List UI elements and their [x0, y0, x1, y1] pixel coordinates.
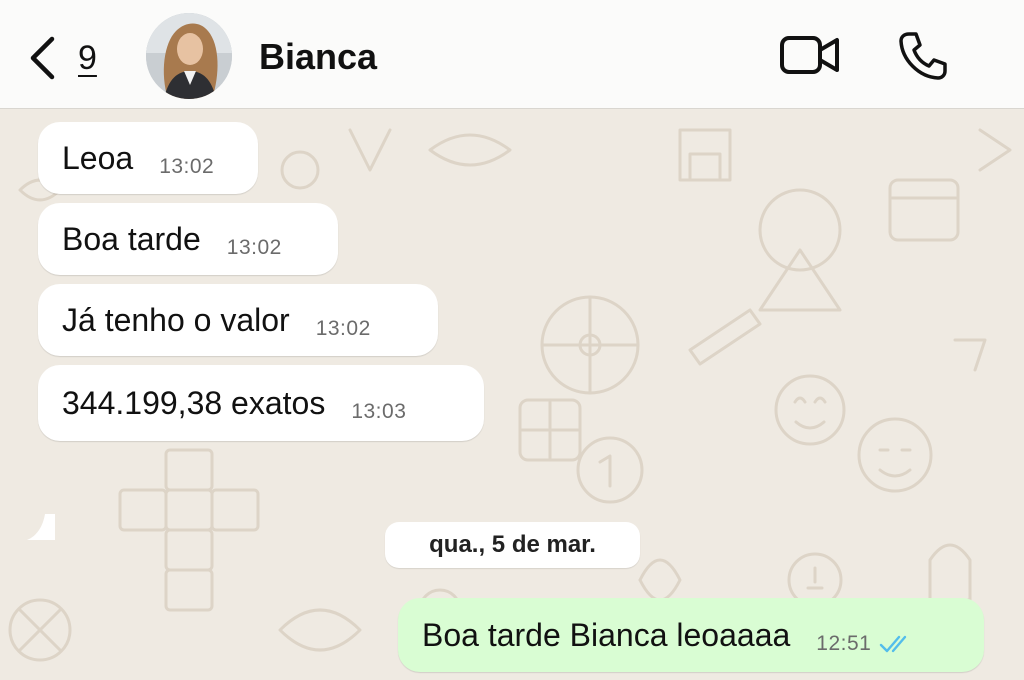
message-time: 13:02 — [226, 236, 282, 259]
chevron-left-icon — [30, 36, 55, 80]
message-text: Leoa — [62, 139, 134, 176]
message-bubble-incoming[interactable]: Leoa 13:02 — [38, 122, 258, 194]
message-bubble-incoming[interactable]: Já tenho o valor 13:02 — [38, 284, 438, 356]
video-call-button[interactable] — [779, 33, 841, 77]
avatar[interactable] — [146, 13, 232, 99]
message-bubble-outgoing[interactable]: Boa tarde Bianca leoaaaa 12:51 — [398, 598, 984, 672]
message-time: 12:51 — [816, 632, 872, 655]
unread-count: 9 — [78, 38, 97, 77]
message-bubble-incoming[interactable]: 344.199,38 exatos 13:03 — [38, 365, 484, 441]
message-text: Já tenho o valor — [62, 301, 290, 338]
video-camera-icon — [780, 36, 839, 74]
message-text: Boa tarde — [62, 220, 201, 257]
date-separator: qua., 5 de mar. — [385, 522, 640, 568]
message-time: 13:02 — [315, 317, 371, 340]
message-text: 344.199,38 exatos — [62, 384, 326, 421]
message-time: 13:02 — [159, 155, 215, 178]
double-check-icon — [880, 635, 907, 653]
chat-area[interactable]: Leoa 13:02 Boa tarde 13:02 Já tenho o va… — [0, 110, 1024, 680]
back-button[interactable]: 9 — [28, 30, 97, 86]
message-bubble-incoming[interactable]: Boa tarde 13:02 — [38, 203, 338, 275]
contact-name[interactable]: Bianca — [259, 36, 377, 78]
phone-icon — [899, 32, 947, 80]
bubble-tail — [27, 514, 55, 540]
voice-call-button[interactable] — [897, 30, 949, 82]
message-text: Boa tarde Bianca leoaaaa — [422, 616, 791, 653]
chat-header: 9 Bianca — [0, 0, 1024, 109]
message-time: 13:03 — [351, 400, 407, 423]
